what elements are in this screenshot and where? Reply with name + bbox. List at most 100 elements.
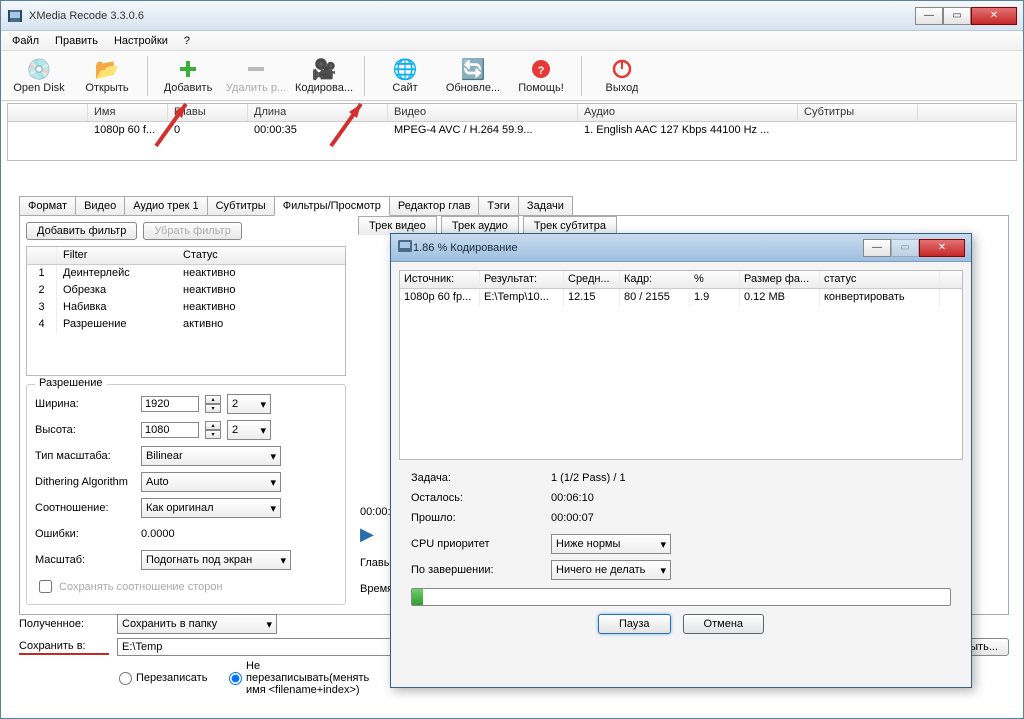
dialog-titlebar[interactable]: 1.86 % Кодирование — ▭ ✕ (391, 234, 971, 262)
svg-text:?: ? (538, 65, 545, 77)
cancel-button[interactable]: Отмена (683, 614, 764, 634)
remain-label: Осталось: (411, 492, 551, 504)
camera-icon: 🎥 (312, 57, 336, 81)
dialog-minimize-button[interactable]: — (863, 239, 891, 257)
titlebar: XMedia Recode 3.3.0.6 — ▭ ✕ (1, 1, 1023, 31)
ratio-combo[interactable]: Как оригинал (141, 498, 281, 518)
tab-chapters[interactable]: Редактор глав (389, 196, 480, 215)
elapsed-label: Прошло: (411, 512, 551, 524)
exit-button[interactable]: Выход (588, 53, 656, 99)
menu-edit[interactable]: Править (48, 33, 105, 49)
window-title: XMedia Recode 3.3.0.6 (29, 10, 915, 22)
open-button[interactable]: 📂 Открыть (73, 53, 141, 99)
open-disk-button[interactable]: 💿 Open Disk (5, 53, 73, 99)
cpu-priority-combo[interactable]: Ниже нормы (551, 534, 671, 554)
task-value: 1 (1/2 Pass) / 1 (551, 472, 626, 484)
tab-strip: Формат Видео Аудио трек 1 Субтитры Фильт… (19, 193, 1009, 215)
menu-help[interactable]: ? (177, 33, 197, 49)
plus-icon (176, 57, 200, 81)
overwrite-radio[interactable]: Перезаписать (119, 672, 209, 685)
file-list-header: Имя Главы Длина Видео Аудио Субтитры (8, 104, 1016, 122)
tab-tasks[interactable]: Задачи (518, 196, 573, 215)
scale-type-label: Тип масштаба: (35, 450, 135, 462)
remove-filter-button[interactable]: Убрать фильтр (143, 222, 242, 240)
scale-type-combo[interactable]: Bilinear (141, 446, 281, 466)
tab-format[interactable]: Формат (19, 196, 76, 215)
menu-file[interactable]: Файл (5, 33, 46, 49)
power-icon (610, 57, 634, 81)
zoom-label: Масштаб: (35, 554, 135, 566)
globe-icon: 🌐 (393, 57, 417, 81)
cpu-label: CPU приоритет (411, 538, 551, 550)
tab-filters[interactable]: Фильтры/Просмотр (274, 196, 390, 216)
height-spinner[interactable]: ▴▾ (205, 421, 221, 439)
encoding-dialog: 1.86 % Кодирование — ▭ ✕ Источник: Резул… (390, 233, 972, 688)
height-label: Высота: (35, 424, 135, 436)
task-label: Задача: (411, 472, 551, 484)
encoding-info: Задача:1 (1/2 Pass) / 1 Осталось:00:06:1… (411, 468, 951, 580)
dialog-title: 1.86 % Кодирование (413, 242, 863, 254)
no-overwrite-radio[interactable]: Не перезаписывать(менять имя <filename+i… (229, 660, 319, 696)
menu-settings[interactable]: Настройки (107, 33, 175, 49)
pause-button[interactable]: Пауза (598, 614, 671, 634)
close-button[interactable]: ✕ (971, 7, 1017, 25)
height-input[interactable] (141, 422, 199, 438)
progress-bar (411, 588, 951, 606)
error-label: Ошибки: (35, 528, 135, 540)
help-icon: ? (529, 57, 553, 81)
tab-tags[interactable]: Тэги (478, 196, 519, 215)
keep-aspect-checkbox[interactable] (39, 580, 52, 593)
menu-bar: Файл Править Настройки ? (1, 31, 1023, 51)
progress-fill (412, 589, 423, 605)
site-button[interactable]: 🌐 Сайт (371, 53, 439, 99)
file-row[interactable]: 1080p 60 f... 0 00:00:35 MPEG-4 AVC / H.… (8, 122, 1016, 140)
minus-icon (244, 57, 268, 81)
update-button[interactable]: 🔄 Обновле... (439, 53, 507, 99)
filter-row[interactable]: 2Обрезканеактивно (27, 282, 345, 299)
filter-row[interactable]: 3Набивканеактивно (27, 299, 345, 316)
encoding-row[interactable]: 1080p 60 fp... E:\Temp\10... 12.15 80 / … (400, 289, 962, 307)
window-controls: — ▭ ✕ (915, 7, 1017, 25)
width-input[interactable] (141, 396, 199, 412)
tab-subtitles[interactable]: Субтитры (207, 196, 275, 215)
width-spinner[interactable]: ▴▾ (205, 395, 221, 413)
height-div-combo[interactable]: 2 (227, 420, 271, 440)
filter-row[interactable]: 4Разрешениеактивно (27, 316, 345, 333)
encode-button[interactable]: 🎥 Кодирова... (290, 53, 358, 99)
minimize-button[interactable]: — (915, 7, 943, 25)
elapsed-value: 00:00:07 (551, 512, 594, 524)
add-filter-button[interactable]: Добавить фильтр (26, 222, 137, 240)
oncomplete-combo[interactable]: Ничего не делать (551, 560, 671, 580)
file-list[interactable]: Имя Главы Длина Видео Аудио Субтитры 108… (7, 103, 1017, 161)
tab-video[interactable]: Видео (75, 196, 125, 215)
save-to-input[interactable] (117, 638, 417, 656)
remove-button[interactable]: Удалить р... (222, 53, 290, 99)
toolbar: 💿 Open Disk 📂 Открыть Добавить Удалить р… (1, 51, 1023, 101)
maximize-button[interactable]: ▭ (943, 7, 971, 25)
app-icon (7, 8, 23, 24)
remain-value: 00:06:10 (551, 492, 594, 504)
filters-table[interactable]: Filter Статус 1Деинтерлейснеактивно 2Обр… (26, 246, 346, 376)
width-div-combo[interactable]: 2 (227, 394, 271, 414)
received-combo[interactable]: Сохранить в папку (117, 614, 277, 634)
filter-row[interactable]: 1Деинтерлейснеактивно (27, 265, 345, 282)
dither-label: Dithering Algorithm (35, 476, 135, 488)
dialog-close-button[interactable]: ✕ (919, 239, 965, 257)
resolution-group: Разрешение Ширина: ▴▾ 2 Высота: ▴▾ 2 Тип… (26, 384, 346, 605)
dialog-maximize-button: ▭ (891, 239, 919, 257)
error-value: 0.0000 (141, 528, 175, 540)
ratio-label: Соотношение: (35, 502, 135, 514)
oncomplete-label: По завершении: (411, 564, 551, 576)
film-icon (397, 238, 413, 257)
keep-aspect-label: Сохранять соотношение сторон (59, 581, 223, 593)
zoom-combo[interactable]: Подогнать под экран (141, 550, 291, 570)
tab-audio[interactable]: Аудио трек 1 (124, 196, 207, 215)
add-button[interactable]: Добавить (154, 53, 222, 99)
refresh-icon: 🔄 (461, 57, 485, 81)
folder-open-icon: 📂 (95, 57, 119, 81)
help-button[interactable]: ? Помощь! (507, 53, 575, 99)
disc-icon: 💿 (27, 57, 51, 81)
encoding-table[interactable]: Источник: Результат: Средн... Кадр: % Ра… (399, 270, 963, 460)
dither-combo[interactable]: Auto (141, 472, 281, 492)
save-to-label: Сохранить в: (19, 640, 109, 655)
